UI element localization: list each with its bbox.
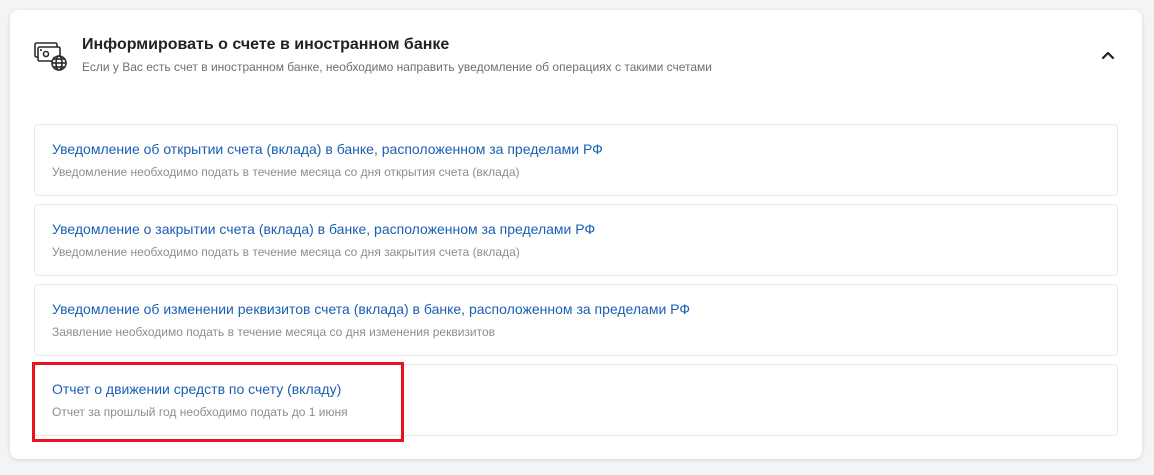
list-item-funds-report[interactable]: Отчет о движении средств по счету (вклад… (34, 364, 1118, 436)
section-header[interactable]: Информировать о счете в иностранном банк… (10, 10, 1142, 100)
bank-card-globe-icon (34, 40, 68, 72)
item-description: Уведомление необходимо подать в течение … (52, 165, 520, 179)
list-item-close-account[interactable]: Уведомление о закрытии счета (вклада) в … (34, 204, 1118, 276)
section-subtitle: Если у Вас есть счет в иностранном банке… (82, 60, 712, 74)
collapse-button[interactable] (1096, 44, 1120, 68)
item-description: Уведомление необходимо подать в течение … (52, 245, 520, 259)
item-title[interactable]: Отчет о движении средств по счету (вклад… (52, 381, 341, 397)
section-title: Информировать о счете в иностранном банк… (82, 36, 450, 53)
list-item-open-account[interactable]: Уведомление об открытии счета (вклада) в… (34, 124, 1118, 196)
chevron-up-icon (1101, 47, 1115, 65)
item-title[interactable]: Уведомление о закрытии счета (вклада) в … (52, 221, 595, 237)
list-item-change-details[interactable]: Уведомление об изменении реквизитов счет… (34, 284, 1118, 356)
item-title[interactable]: Уведомление об изменении реквизитов счет… (52, 301, 690, 317)
foreign-bank-account-card: Информировать о счете в иностранном банк… (10, 10, 1142, 459)
item-description: Заявление необходимо подать в течение ме… (52, 325, 496, 339)
item-title[interactable]: Уведомление об открытии счета (вклада) в… (52, 141, 603, 157)
item-description: Отчет за прошлый год необходимо подать д… (52, 405, 348, 419)
notification-list: Уведомление об открытии счета (вклада) в… (34, 124, 1118, 444)
